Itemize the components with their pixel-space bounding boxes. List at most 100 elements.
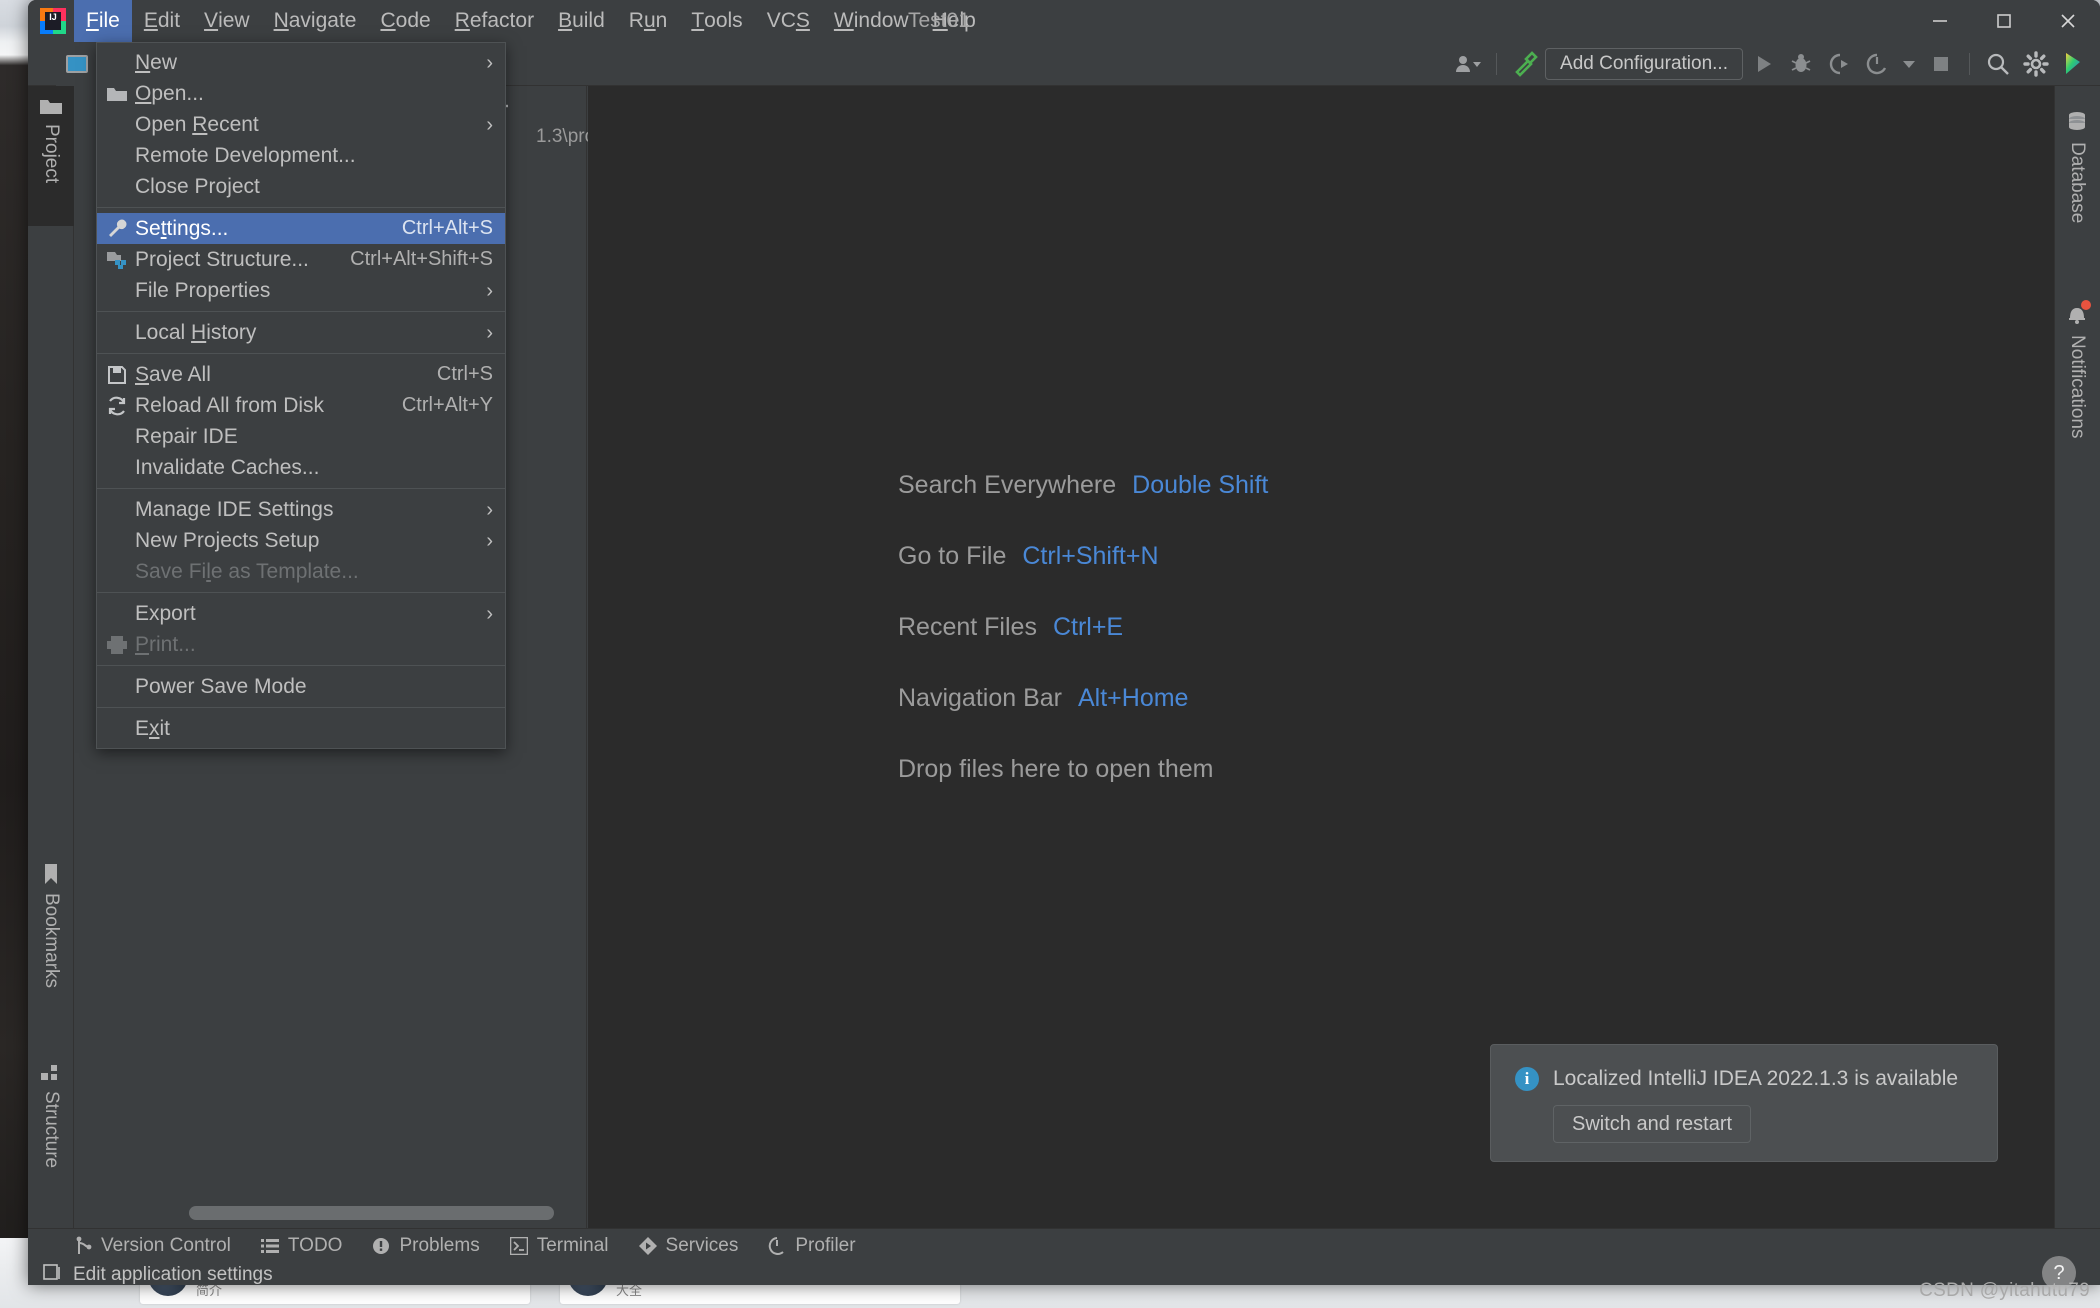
save-icon: [105, 364, 129, 386]
status-bar-tool-label: Version Control: [101, 1235, 231, 1257]
profiler-icon: [768, 1237, 786, 1255]
menu-item-code[interactable]: Code: [368, 0, 442, 42]
status-bar-tool-version-control[interactable]: Version Control: [74, 1235, 231, 1257]
menu-item-tools[interactable]: Tools: [679, 0, 754, 42]
menu-separator: [97, 665, 505, 666]
menu-item-export[interactable]: Export›: [97, 598, 505, 629]
status-bar-tool-profiler[interactable]: Profiler: [768, 1235, 855, 1257]
status-bar-tool-problems[interactable]: Problems: [372, 1235, 479, 1257]
chevron-right-icon: ›: [460, 531, 493, 551]
menu-item-exit[interactable]: Exit: [97, 713, 505, 744]
sidebar-item-project[interactable]: Project: [28, 86, 74, 226]
switch-and-restart-button[interactable]: Switch and restart: [1553, 1105, 1751, 1143]
user-dropdown-icon[interactable]: [1450, 46, 1486, 82]
folder-icon: [105, 83, 129, 105]
menu-item-save-file-as-template: Save File as Template...: [97, 556, 505, 587]
title-bar: IJ FileEditViewNavigateCodeRefactorBuild…: [28, 0, 2100, 42]
chevron-right-icon: ›: [460, 604, 493, 624]
welcome-hint-label: Recent Files: [898, 613, 1037, 642]
sidebar-item-label: Database: [2066, 142, 2088, 223]
menu-item-file-properties[interactable]: File Properties›: [97, 275, 505, 306]
status-bar-tool-services[interactable]: Services: [639, 1235, 739, 1257]
close-icon[interactable]: [2036, 0, 2100, 42]
menu-item-view[interactable]: View: [192, 0, 262, 42]
menu-item-window[interactable]: Window: [822, 0, 921, 42]
menu-item-repair-ide[interactable]: Repair IDE: [97, 421, 505, 452]
minimize-icon[interactable]: [1908, 0, 1972, 42]
menu-item-build[interactable]: Build: [546, 0, 617, 42]
menu-item-manage-ide-settings[interactable]: Manage IDE Settings›: [97, 494, 505, 525]
menu-item-refactor[interactable]: Refactor: [443, 0, 546, 42]
sidebar-item-bookmarks[interactable]: Bookmarks: [28, 853, 74, 1028]
run-with-coverage-icon[interactable]: [1821, 46, 1857, 82]
welcome-hint-row: Recent FilesCtrl+E: [898, 613, 1268, 642]
debug-icon[interactable]: [1783, 46, 1819, 82]
welcome-hint-label: Drop files here to open them: [898, 755, 1213, 784]
window-controls: [1908, 0, 2100, 42]
menu-item-label: Open Recent: [135, 113, 259, 137]
run-icon[interactable]: [1745, 46, 1781, 82]
menu-item-save-all[interactable]: Save AllCtrl+S: [97, 359, 505, 390]
menu-item-new-projects-setup[interactable]: New Projects Setup›: [97, 525, 505, 556]
menu-item-vcs[interactable]: VCS: [755, 0, 822, 42]
menu-item-settings[interactable]: Settings...Ctrl+Alt+S: [97, 213, 505, 244]
build-hammer-icon[interactable]: [1507, 46, 1543, 82]
welcome-hints: Search EverywhereDouble ShiftGo to FileC…: [898, 471, 1268, 826]
menu-item-label: Reload All from Disk: [135, 394, 324, 418]
status-bar-message: Edit application settings: [42, 1263, 273, 1285]
menu-item-shortcut: Ctrl+Alt+Shift+S: [316, 248, 493, 271]
editor-area: Search EverywhereDouble ShiftGo to FileC…: [588, 86, 2054, 1228]
toolbar-separator: [1969, 53, 1970, 75]
menu-item-label: Exit: [135, 717, 170, 741]
menu-item-label: Remote Development...: [135, 144, 356, 168]
sidebar-item-structure[interactable]: Structure: [28, 1053, 74, 1218]
status-bar-tool-label: Profiler: [795, 1235, 855, 1257]
search-icon[interactable]: [1980, 46, 2016, 82]
status-bar: Version Control TODO Problems Terminal Servi…: [28, 1228, 2100, 1285]
add-configuration-button[interactable]: Add Configuration...: [1545, 48, 1743, 80]
list-icon: [261, 1238, 279, 1254]
welcome-hint-shortcut: Alt+Home: [1078, 684, 1188, 713]
menu-item-open-recent[interactable]: Open Recent›: [97, 109, 505, 140]
menu-item-print: Print...: [97, 629, 505, 660]
status-bar-tool-todo[interactable]: TODO: [261, 1235, 343, 1257]
toolbar-right-group: Add Configuration...: [1450, 42, 2092, 86]
settings-gear-icon[interactable]: [2018, 46, 2054, 82]
maximize-icon[interactable]: [1972, 0, 2036, 42]
menu-item-edit[interactable]: Edit: [132, 0, 192, 42]
database-icon: [2066, 110, 2088, 132]
menu-item-close-project[interactable]: Close Project: [97, 171, 505, 202]
menu-item-label: New: [135, 51, 177, 75]
menu-item-open[interactable]: Open...: [97, 78, 505, 109]
menu-item-power-save-mode[interactable]: Power Save Mode: [97, 671, 505, 702]
project-panel-horizontal-scrollbar[interactable]: [189, 1206, 554, 1220]
profile-icon[interactable]: [1859, 46, 1895, 82]
dropdown-chevron-icon[interactable]: [1897, 46, 1921, 82]
menu-item-reload-all-from-disk[interactable]: Reload All from DiskCtrl+Alt+Y: [97, 390, 505, 421]
menu-item-label: Repair IDE: [135, 425, 238, 449]
ide-feature-trainer-icon[interactable]: [2056, 46, 2092, 82]
menu-item-project-structure[interactable]: Project Structure...Ctrl+Alt+Shift+S: [97, 244, 505, 275]
sidebar-item-database[interactable]: Database: [2054, 98, 2100, 273]
menu-item-local-history[interactable]: Local History›: [97, 317, 505, 348]
menu-item-label: Close Project: [135, 175, 260, 199]
help-badge-icon: ?: [2042, 1256, 2076, 1290]
welcome-hint-row: Navigation BarAlt+Home: [898, 684, 1268, 713]
menu-item-file[interactable]: File: [74, 0, 132, 42]
sidebar-item-label: Structure: [40, 1091, 62, 1168]
branch-icon: [74, 1236, 92, 1256]
welcome-hint-row: Drop files here to open them: [898, 755, 1268, 784]
welcome-hint-label: Go to File: [898, 542, 1006, 571]
stop-icon[interactable]: [1923, 46, 1959, 82]
menu-item-label: Invalidate Caches...: [135, 456, 319, 480]
menu-item-run[interactable]: Run: [617, 0, 680, 42]
menu-item-label: Settings...: [135, 217, 228, 241]
menu-item-new[interactable]: New›: [97, 47, 505, 78]
status-bar-tool-terminal[interactable]: Terminal: [510, 1235, 609, 1257]
menu-item-invalidate-caches[interactable]: Invalidate Caches...: [97, 452, 505, 483]
menu-item-remote-development[interactable]: Remote Development...: [97, 140, 505, 171]
toolbar-separator: [1496, 53, 1497, 75]
menu-separator: [97, 311, 505, 312]
menu-item-navigate[interactable]: Navigate: [262, 0, 369, 42]
sidebar-item-notifications[interactable]: Notifications: [2054, 291, 2100, 521]
